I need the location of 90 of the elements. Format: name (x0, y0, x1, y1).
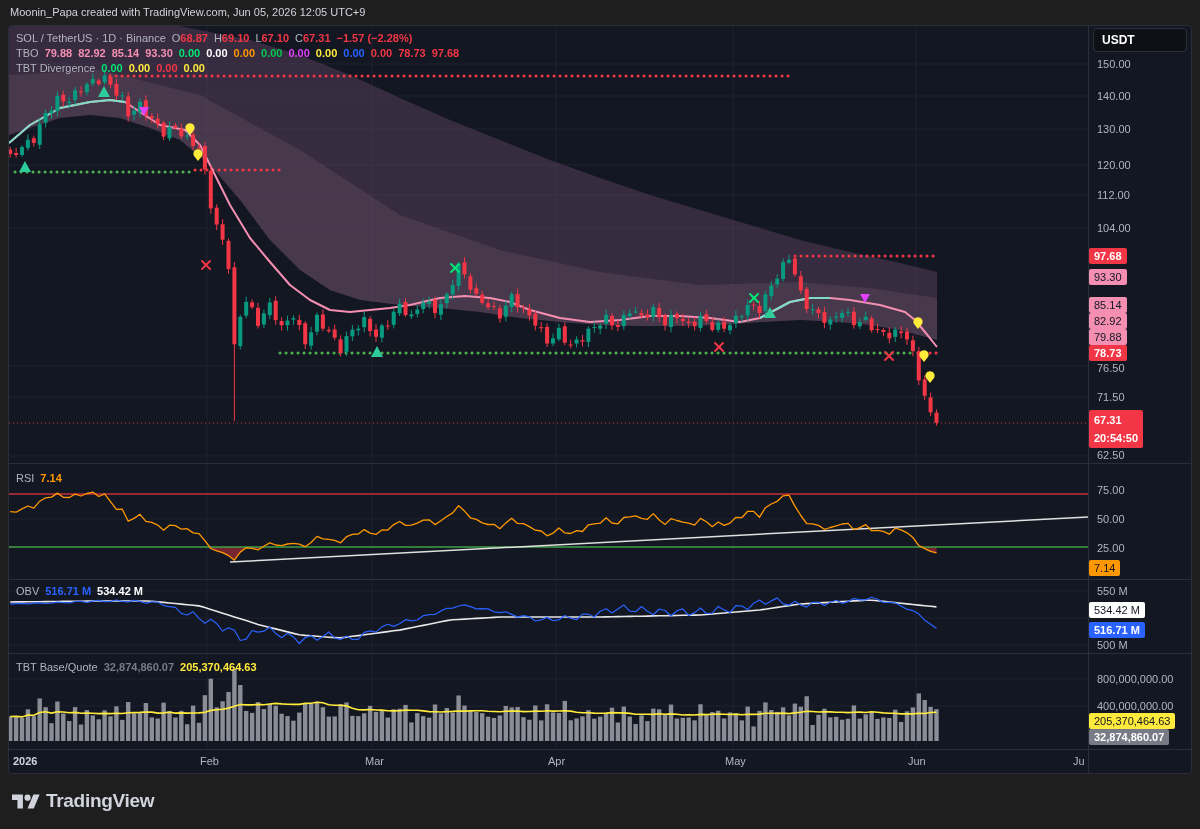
indicator-value: 534.42 M (97, 584, 143, 598)
axis-tick-label: 800,000,000.00 (1097, 672, 1174, 686)
time-tick-label: Ju (1073, 755, 1085, 768)
axis-tick-label: 112.00 (1097, 188, 1130, 202)
ohlc-value: O68.87 (171, 32, 208, 45)
indicator-value: 82.92 (78, 47, 106, 60)
axis-tick-label: 500 M (1097, 638, 1128, 652)
indicator-value: 0.00 (343, 47, 365, 60)
time-tick-label: May (725, 755, 746, 768)
indicator-value: 32,874,860.07 (103, 660, 175, 674)
indicator-value: 79.88 (44, 47, 73, 60)
drop-icon (913, 317, 923, 329)
indicator-title: RSI (16, 471, 35, 485)
indicator-value: 0.00 (315, 47, 338, 60)
logo-icon (12, 793, 40, 810)
up-triangle-icon (371, 346, 383, 357)
currency-button[interactable]: USDT (1093, 28, 1187, 52)
time-tick-label: 2026 (13, 755, 38, 768)
time-tick-label: Feb (200, 755, 219, 768)
indicator-title: TBT Divergence (16, 62, 96, 75)
indicator-title: TBT Base/Quote (16, 660, 98, 674)
ohlc-value: C67.31 (295, 32, 331, 45)
drop-icon (925, 371, 935, 383)
drop-icon (193, 149, 203, 161)
axis-tick-label: 140.00 (1097, 89, 1131, 103)
indicator-value: 0.00 (370, 47, 393, 60)
price-label: 516.71 M (1089, 621, 1145, 638)
price-label: 79.88 (1089, 329, 1127, 345)
price-label: 85.14 (1089, 297, 1127, 313)
indicator-value: 93.30 (145, 47, 173, 60)
price-label: 93.30 (1089, 268, 1127, 285)
time-tick-label: Apr (548, 755, 566, 768)
axis-tick-label: 130.00 (1097, 122, 1131, 136)
price-label: 82.92 (1089, 313, 1127, 329)
axis-tick-label: 75.00 (1097, 483, 1125, 497)
axis-tick-label: 104.00 (1097, 221, 1131, 235)
indicator-value: 0.00 (288, 47, 310, 60)
countdown-text: 20:54:50 (1094, 431, 1139, 446)
price-label: 534.42 M (1089, 601, 1145, 618)
axis-tick-label: 62.50 (1097, 448, 1125, 462)
indicator-value: 85.14 (111, 47, 140, 60)
drop-icon (185, 123, 195, 135)
price-label: 32,874,860.07 (1089, 729, 1170, 745)
drop-icon (919, 350, 929, 362)
indicator-value: 205,370,464.63 (180, 660, 257, 674)
brand-name: TradingView (46, 789, 155, 814)
down-triangle-icon (860, 294, 870, 303)
down-triangle-icon (139, 107, 149, 116)
up-triangle-icon (764, 307, 776, 318)
time-tick-label: Jun (908, 755, 926, 768)
price-value: 67.31 (1094, 413, 1123, 428)
indicator-value: 0.00 (156, 62, 178, 75)
indicator-value: 78.73 (398, 47, 426, 60)
time-tick-label: Mar (365, 755, 384, 768)
indicator-value: 0.00 (261, 47, 283, 60)
indicator-value: 97.68 (431, 47, 460, 60)
axis-tick-label: 71.50 (1097, 390, 1125, 404)
up-triangle-icon (19, 161, 31, 172)
cross-icon (884, 351, 894, 361)
price-label: 78.73 (1089, 345, 1127, 361)
indicator-title: TBO (16, 47, 39, 60)
axis-tick-label: 76.50 (1097, 361, 1125, 375)
axis-tick-label: 550 M (1097, 584, 1128, 598)
indicator-value: −1.57 (−2.28%) (336, 32, 413, 45)
up-triangle-icon (98, 86, 110, 97)
price-label: 97.68 (1089, 248, 1127, 264)
indicator-value: 7.14 (40, 471, 62, 485)
axis-tick-label: 400,000,000.00 (1097, 699, 1174, 713)
indicator-value: 0.00 (233, 47, 255, 60)
ohlc-value: H69.10 (213, 32, 250, 45)
axis-tick-label: 50.00 (1097, 512, 1125, 526)
indicator-value: 0.00 (128, 62, 151, 75)
indicator-value: 0.00 (101, 62, 123, 75)
indicator-title: OBV (16, 584, 40, 598)
axis-tick-label: 150.00 (1097, 57, 1131, 71)
indicator-value: 0.00 (178, 47, 201, 60)
axis-tick-label: 25.00 (1097, 541, 1125, 555)
ohlc-value: L67.10 (255, 32, 290, 45)
cross-icon (749, 293, 759, 303)
cross-icon (450, 263, 460, 273)
axis-tick-label: 120.00 (1097, 158, 1131, 172)
cross-icon (714, 342, 724, 352)
indicator-value: 0.00 (183, 62, 205, 75)
symbol-title: SOL / TetherUS · 1D · Binance (16, 32, 166, 45)
indicator-value: 516.71 M (45, 584, 92, 598)
indicator-value: 0.00 (206, 47, 228, 60)
cross-icon (201, 260, 211, 270)
price-label: 7.14 (1089, 559, 1121, 576)
attribution-text: Moonin_Papa created with TradingView.com, Jun 05, 2026 12:05 UTC+9 (10, 5, 366, 21)
price-label: 205,370,464.63 (1089, 713, 1176, 729)
